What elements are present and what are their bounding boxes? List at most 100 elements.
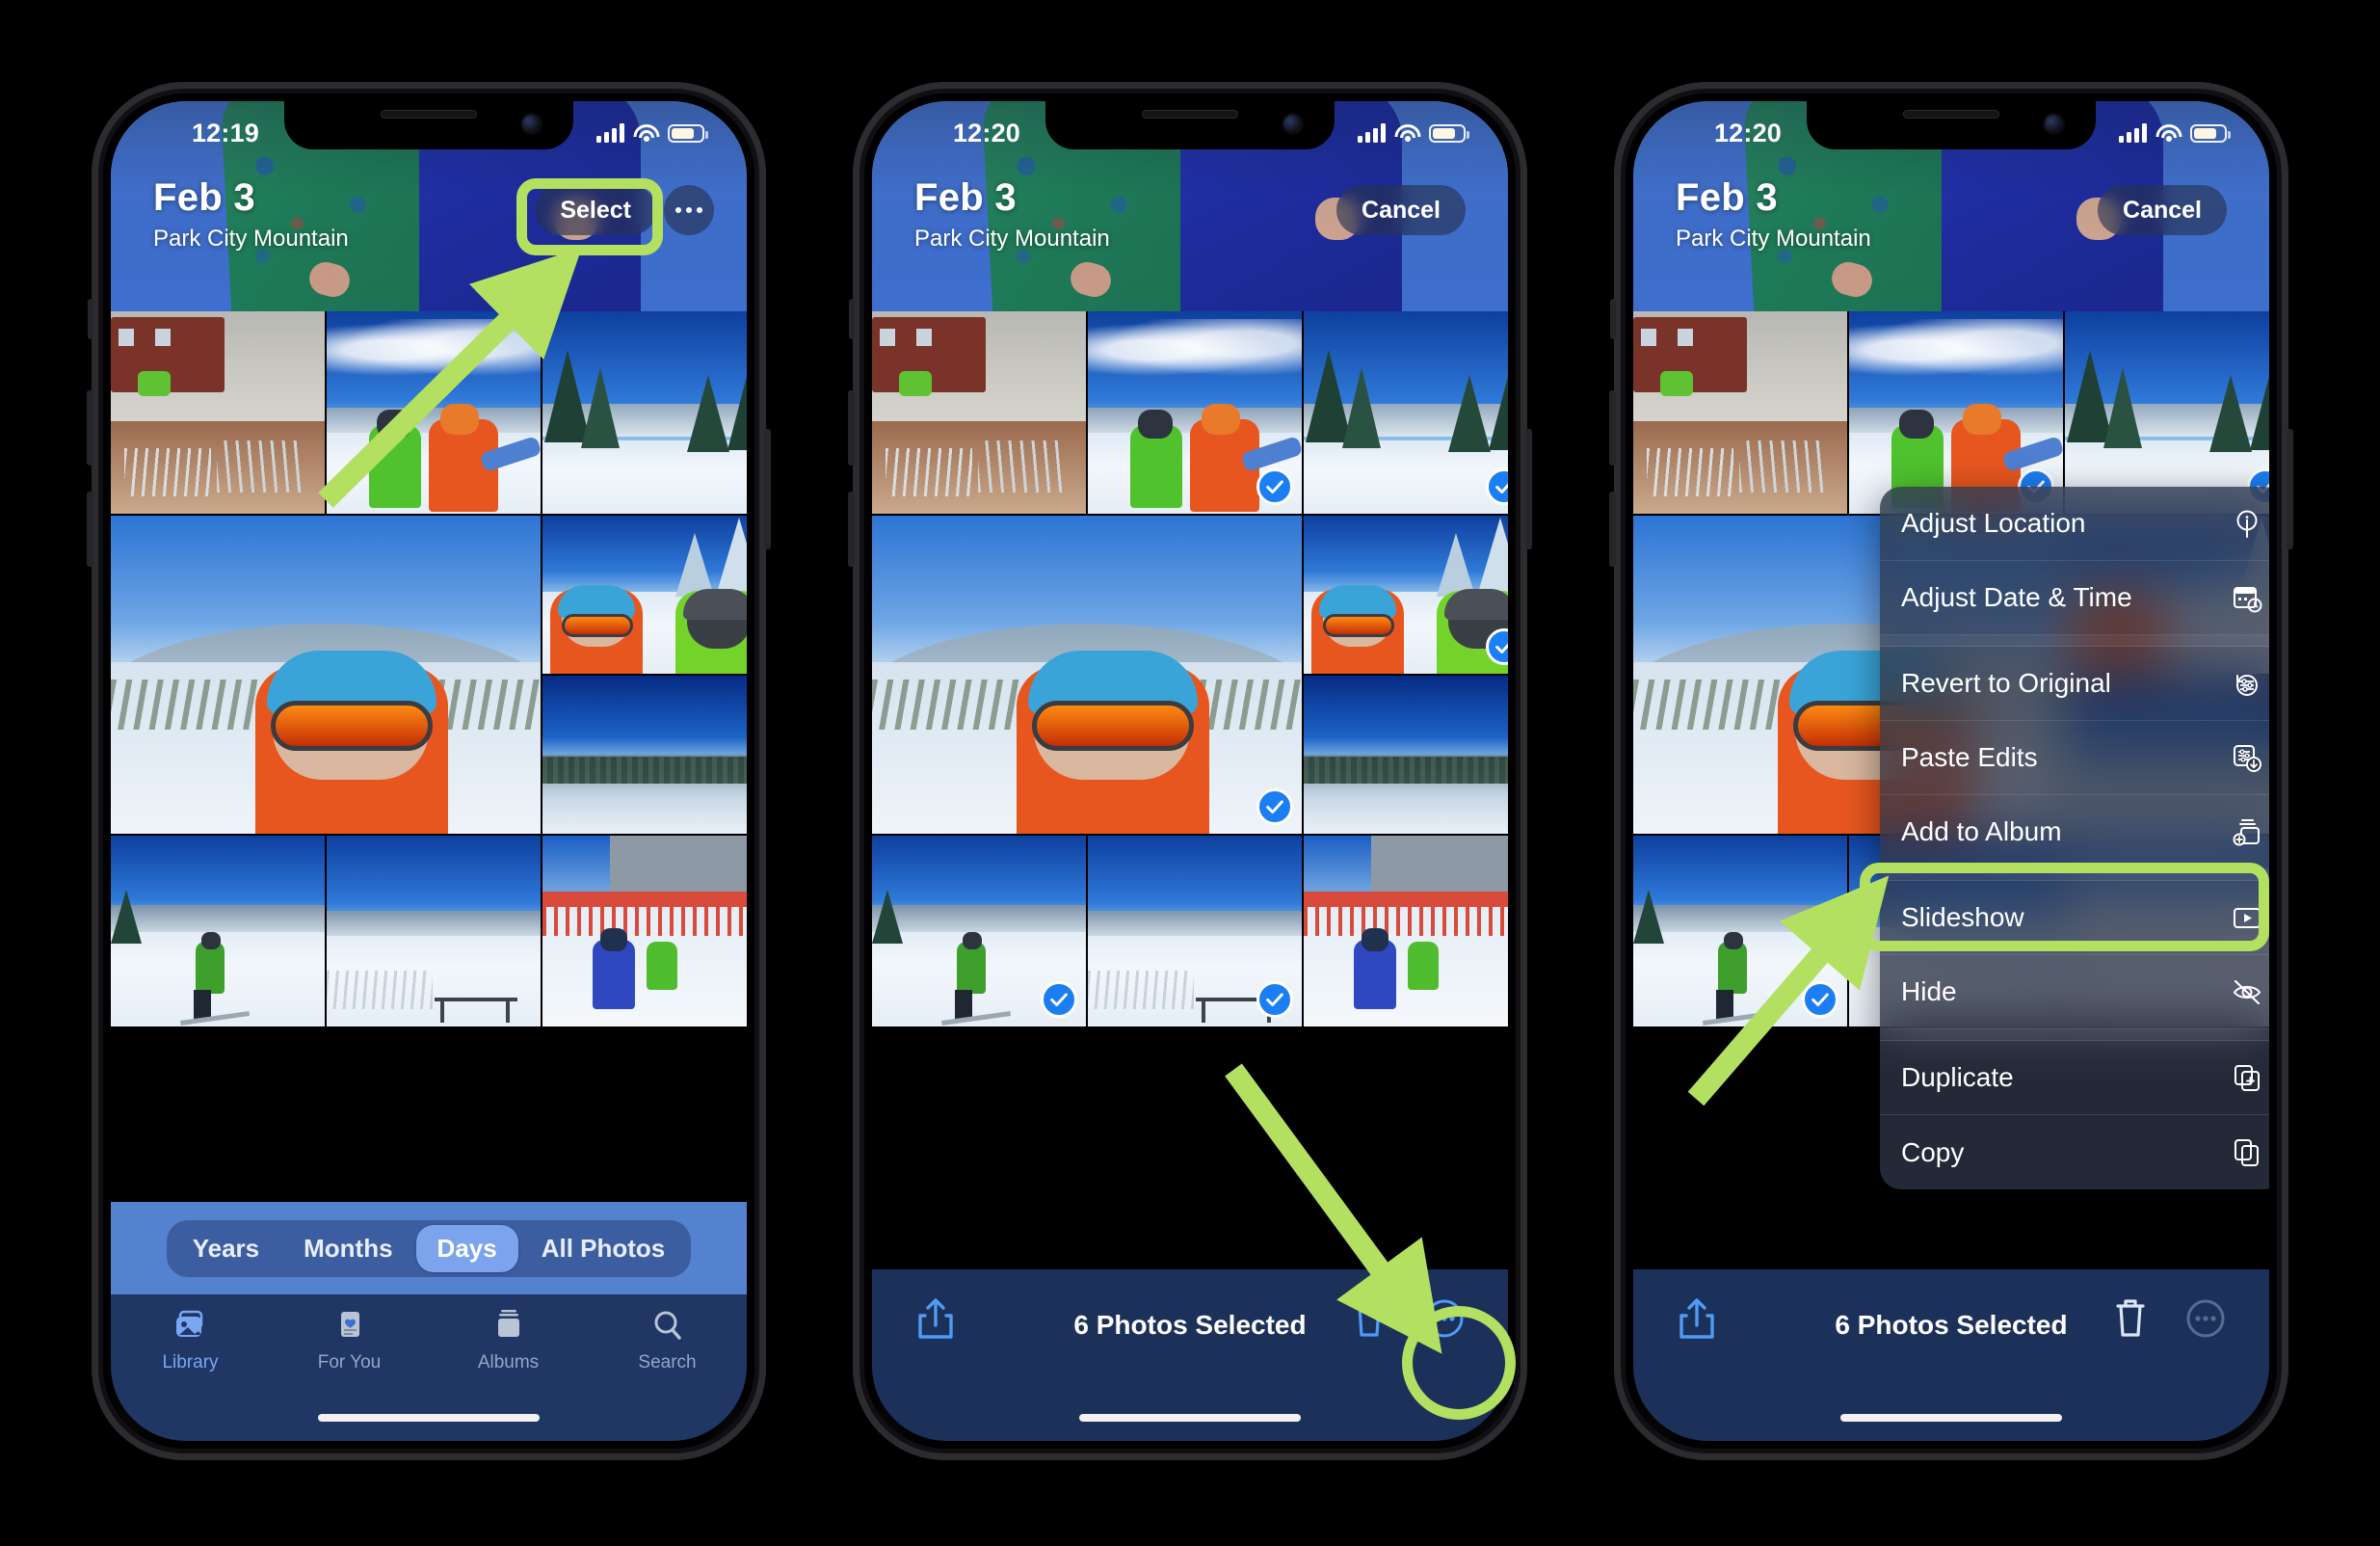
selection-count-label: 6 Photos Selected <box>1835 1310 2068 1340</box>
eye-slash-icon <box>2231 975 2263 1008</box>
photo-cell[interactable] <box>872 836 1086 1026</box>
menu-item-label: Duplicate <box>1901 1062 2014 1092</box>
photo-cell[interactable] <box>111 836 325 1026</box>
status-time: 12:20 <box>952 118 1021 147</box>
silent-switch[interactable] <box>849 299 855 339</box>
cancel-button[interactable]: Cancel <box>2098 185 2227 235</box>
nav-title-block: Feb 3 Park City Mountain <box>153 176 349 253</box>
screenshot-stage: 12:19 Feb 3 Park City Mountain Select Ye… <box>0 0 2380 1546</box>
menu-separator <box>1880 1029 2269 1041</box>
silent-switch[interactable] <box>88 299 93 339</box>
menu-item-copy[interactable]: Copy <box>1880 1115 2269 1189</box>
status-bar: 12:20 <box>1633 113 2269 153</box>
ellipsis-icon[interactable] <box>664 185 714 235</box>
menu-item-hide[interactable]: Hide <box>1880 955 2269 1029</box>
silent-switch[interactable] <box>1610 299 1616 339</box>
photo-cell[interactable] <box>1304 836 1508 1026</box>
segment-months[interactable]: Months <box>282 1225 413 1272</box>
status-bar: 12:20 <box>872 113 1508 153</box>
photo-cell[interactable] <box>1304 676 1508 834</box>
volume-up-button[interactable] <box>1609 390 1616 466</box>
page-title: Feb 3 <box>914 176 1017 219</box>
photo-cell[interactable] <box>327 836 541 1026</box>
menu-item-label: Add to Album <box>1901 816 2062 846</box>
segment-years[interactable]: Years <box>172 1225 280 1272</box>
power-button[interactable] <box>1525 429 1532 549</box>
menu-item-slideshow[interactable]: Slideshow <box>1880 881 2269 955</box>
selection-checkmark[interactable] <box>1256 468 1293 505</box>
ellipsis-circle-icon[interactable] <box>1423 1294 1466 1343</box>
cancel-button[interactable]: Cancel <box>1336 185 1466 235</box>
menu-item-adjust-date-time[interactable]: Adjust Date & Time <box>1880 561 2269 635</box>
segment-all-photos[interactable]: All Photos <box>520 1225 687 1272</box>
photo-cell[interactable] <box>111 311 325 514</box>
wifi-icon <box>633 123 659 143</box>
volume-up-button[interactable] <box>848 390 855 466</box>
volume-down-button[interactable] <box>848 492 855 567</box>
tab-label: For You <box>317 1352 382 1373</box>
volume-up-button[interactable] <box>87 390 93 466</box>
nav-title-block: Feb 3 Park City Mountain <box>914 176 1110 253</box>
home-indicator[interactable] <box>318 1414 540 1422</box>
photo-cell[interactable] <box>1304 516 1508 674</box>
phone-3-context-menu: 12:20 Feb 3 Park City Mountain Cancel Ad… <box>1609 82 2293 1460</box>
volume-down-button[interactable] <box>1609 492 1616 567</box>
volume-down-button[interactable] <box>87 492 93 567</box>
nav-title-block: Feb 3 Park City Mountain <box>1676 176 1871 253</box>
page-subtitle: Park City Mountain <box>1676 226 1871 252</box>
photo-cell[interactable] <box>542 311 747 514</box>
selection-checkmark[interactable] <box>1041 981 1077 1018</box>
power-button[interactable] <box>764 429 771 549</box>
tab-search[interactable]: Search <box>588 1308 747 1373</box>
segment-days[interactable]: Days <box>415 1224 518 1272</box>
power-button[interactable] <box>2287 429 2293 549</box>
segmented-control: Years Months Days All Photos <box>111 1202 747 1294</box>
photo-cell[interactable] <box>1304 311 1508 514</box>
battery-icon <box>2190 123 2231 143</box>
menu-item-revert-to-original[interactable]: Revert to Original <box>1880 647 2269 721</box>
home-indicator[interactable] <box>1840 1414 2062 1422</box>
photo-cell[interactable] <box>327 311 541 514</box>
search-icon <box>647 1308 689 1346</box>
home-indicator[interactable] <box>1079 1414 1301 1422</box>
photo-cell[interactable] <box>1088 836 1302 1026</box>
photos-library-icon <box>170 1308 212 1346</box>
selection-checkmark[interactable] <box>1256 788 1293 825</box>
ellipsis-circle-icon[interactable] <box>2184 1294 2227 1343</box>
page-title: Feb 3 <box>1676 176 1778 219</box>
revert-sliders-icon <box>2231 667 2263 700</box>
add-to-album-icon <box>2231 815 2263 848</box>
photo-cell[interactable] <box>1633 311 1847 514</box>
trash-icon[interactable] <box>2109 1294 2152 1343</box>
calendar-clock-icon <box>2231 581 2263 614</box>
tab-label: Albums <box>477 1352 540 1373</box>
page-subtitle: Park City Mountain <box>914 226 1110 252</box>
cellular-bars-icon <box>596 123 624 143</box>
selection-checkmark[interactable] <box>1802 981 1838 1018</box>
albums-icon <box>488 1308 530 1346</box>
tab-for-you[interactable]: For You <box>270 1308 429 1373</box>
photo-cell[interactable] <box>872 516 1302 834</box>
photo-cell[interactable] <box>111 516 541 834</box>
photo-cell[interactable] <box>1088 311 1302 514</box>
photo-cell[interactable] <box>542 516 747 674</box>
menu-item-paste-edits[interactable]: Paste Edits <box>1880 721 2269 795</box>
menu-item-adjust-location[interactable]: Adjust Location <box>1880 487 2269 561</box>
tab-label: Search <box>638 1352 697 1373</box>
selection-count-label: 6 Photos Selected <box>1073 1310 1307 1340</box>
phone-bezel: 12:20 Feb 3 Park City Mountain Cancel <box>864 93 1516 1449</box>
photo-cell[interactable] <box>2065 311 2269 514</box>
selection-checkmark[interactable] <box>1256 981 1293 1018</box>
photo-cell[interactable] <box>872 311 1086 514</box>
photo-cell[interactable] <box>1849 311 2063 514</box>
menu-item-add-to-album[interactable]: Add to Album <box>1880 795 2269 869</box>
photo-cell[interactable] <box>1633 836 1847 1026</box>
tab-library[interactable]: Library <box>111 1308 270 1373</box>
photo-cell[interactable] <box>542 836 747 1026</box>
photo-cell[interactable] <box>542 676 747 834</box>
tab-albums[interactable]: Albums <box>429 1308 588 1373</box>
menu-item-label: Adjust Date & Time <box>1901 582 2132 612</box>
trash-icon[interactable] <box>1348 1294 1390 1343</box>
menu-item-duplicate[interactable]: Duplicate <box>1880 1041 2269 1115</box>
select-button[interactable]: Select <box>535 185 656 235</box>
